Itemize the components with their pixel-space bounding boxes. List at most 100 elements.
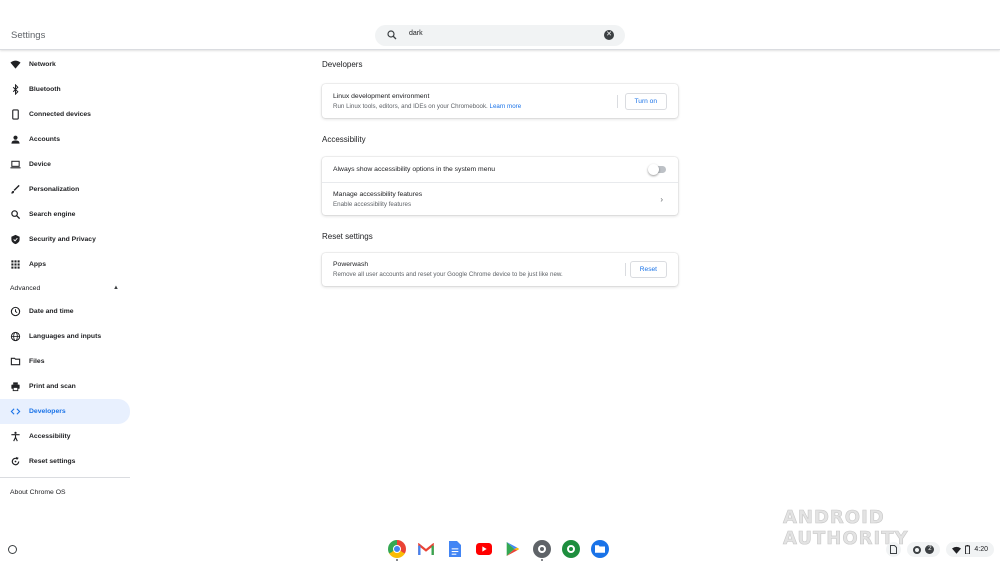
developers-card: Linux development environment Run Linux …	[322, 84, 678, 118]
sidebar-item-label: Accounts	[29, 136, 60, 143]
reset-button[interactable]: Reset	[629, 261, 667, 278]
chevron-up-icon: ▲	[113, 285, 119, 291]
person-icon	[11, 135, 20, 144]
chevron-right-icon: ›	[660, 194, 663, 204]
sidebar-item-label: Print and scan	[29, 383, 76, 390]
section-title-reset-settings: Reset settings	[322, 232, 373, 241]
sidebar-item-label: Apps	[29, 261, 46, 268]
row-separator	[617, 94, 618, 108]
sidebar-item-reset-settings[interactable]: Reset settings	[0, 449, 130, 474]
gear-icon	[538, 545, 546, 553]
sidebar-item-date-and-time[interactable]: Date and time	[0, 299, 130, 324]
camera-lens	[567, 545, 575, 553]
running-indicator	[541, 559, 543, 561]
sidebar-item-files[interactable]: Files	[0, 349, 130, 374]
sidebar-item-label: Personalization	[29, 186, 80, 193]
sidebar-item-languages-and-inputs[interactable]: Languages and inputs	[0, 324, 130, 349]
settings-app-icon[interactable]	[533, 540, 551, 561]
pinned-apps	[388, 540, 609, 561]
accessibility-card: Always show accessibility options in the…	[322, 157, 678, 215]
advanced-toggle[interactable]: Advanced ▲	[0, 277, 130, 299]
sidebar-item-print-and-scan[interactable]: Print and scan	[0, 374, 130, 399]
accessibility-icon	[11, 431, 20, 442]
apps-grid-icon	[11, 260, 20, 269]
manage-a11y-title: Manage accessibility features	[333, 190, 423, 198]
sidebar-item-search-engine[interactable]: Search engine	[0, 202, 130, 227]
folder-icon	[10, 357, 21, 366]
section-title-developers: Developers	[322, 60, 363, 69]
sidebar-item-label: Languages and inputs	[29, 333, 102, 340]
main-content: Developers Linux development environment…	[322, 60, 678, 286]
advanced-label: Advanced	[10, 284, 41, 292]
turn-on-button[interactable]: Turn on	[624, 92, 667, 110]
sidebar-item-label: Security and Privacy	[29, 236, 96, 243]
sidebar-item-label: Files	[29, 358, 45, 365]
wifi-icon	[10, 60, 21, 69]
holding-space-icon[interactable]	[886, 542, 902, 557]
brush-icon	[11, 184, 20, 194]
sidebar: Network Bluetooth Connected devices Acco…	[0, 52, 130, 506]
chrome-icon[interactable]	[388, 540, 406, 561]
sidebar-item-security-and-privacy[interactable]: Security and Privacy	[0, 227, 130, 252]
sidebar-item-accessibility[interactable]: Accessibility	[0, 424, 130, 449]
linux-env-description: Run Linux tools, editors, and IDEs on yo…	[333, 103, 521, 110]
settings-header: Settings dark ✕	[0, 0, 1000, 50]
linux-env-title: Linux development environment	[333, 92, 430, 100]
row-separator	[625, 263, 626, 276]
sidebar-item-about-chrome-os[interactable]: About Chrome OS	[0, 478, 130, 506]
sidebar-item-device[interactable]: Device	[0, 152, 130, 177]
gmail-icon[interactable]	[417, 540, 435, 558]
phone-icon	[12, 109, 19, 120]
system-status-pill[interactable]: 4:20	[946, 542, 994, 557]
section-title-accessibility: Accessibility	[322, 135, 366, 144]
toggle-knob	[648, 164, 659, 175]
wifi-icon	[952, 546, 962, 554]
printer-icon	[11, 382, 20, 392]
sidebar-item-label: Connected devices	[29, 111, 91, 118]
code-icon	[10, 408, 21, 415]
files-icon[interactable]	[591, 540, 609, 558]
linux-env-desc-text: Run Linux tools, editors, and IDEs on yo…	[333, 102, 488, 110]
battery-icon	[965, 545, 971, 554]
learn-more-link[interactable]: Learn more	[490, 103, 522, 110]
sidebar-item-developers[interactable]: Developers	[0, 399, 130, 424]
document-icon	[890, 545, 898, 554]
shelf: 2 4:20	[0, 536, 1000, 563]
sidebar-item-label: Search engine	[29, 211, 76, 218]
powerwash-row: Powerwash Remove all user accounts and r…	[322, 253, 678, 286]
always-show-a11y-row[interactable]: Always show accessibility options in the…	[322, 157, 678, 182]
sidebar-item-label: Device	[29, 161, 51, 168]
sidebar-item-accounts[interactable]: Accounts	[0, 127, 130, 152]
sidebar-item-label: Developers	[29, 408, 66, 415]
docs-icon[interactable]	[446, 540, 464, 558]
reset-icon	[11, 456, 20, 466]
search-input[interactable]: dark	[409, 30, 423, 37]
manage-a11y-row[interactable]: Manage accessibility features Enable acc…	[322, 182, 678, 215]
search-field[interactable]: dark ✕	[375, 25, 625, 46]
page-title: Settings	[11, 30, 46, 41]
shield-icon	[11, 234, 20, 245]
sidebar-item-network[interactable]: Network	[0, 52, 130, 77]
always-show-a11y-toggle[interactable]	[648, 164, 666, 175]
youtube-icon[interactable]	[475, 540, 493, 558]
search-icon	[11, 210, 21, 220]
launcher-button[interactable]	[8, 545, 17, 554]
sidebar-item-personalization[interactable]: Personalization	[0, 177, 130, 202]
sidebar-item-label: Reset settings	[29, 458, 76, 465]
camera-icon[interactable]	[562, 540, 580, 558]
play-store-icon[interactable]	[504, 540, 522, 558]
notification-count-badge: 2	[925, 545, 935, 554]
sidebar-item-connected-devices[interactable]: Connected devices	[0, 102, 130, 127]
clock-icon	[10, 306, 21, 317]
gmail-glyph	[418, 543, 434, 555]
notification-pill[interactable]: 2	[907, 542, 941, 557]
sidebar-item-bluetooth[interactable]: Bluetooth	[0, 77, 130, 102]
clear-search-icon[interactable]: ✕	[604, 30, 614, 40]
sidebar-item-apps[interactable]: Apps	[0, 252, 130, 277]
globe-icon	[10, 331, 21, 342]
always-show-a11y-label: Always show accessibility options in the…	[333, 166, 496, 173]
play-store-glyph	[506, 542, 520, 556]
sidebar-item-label: Date and time	[29, 308, 74, 315]
youtube-glyph	[476, 543, 492, 555]
chrome-center	[393, 545, 401, 553]
